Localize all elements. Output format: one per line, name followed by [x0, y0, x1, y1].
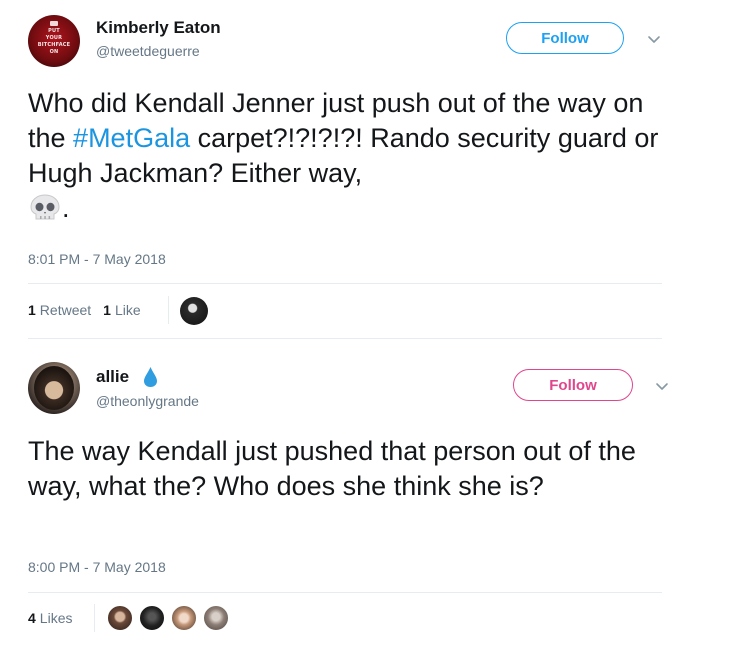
skull-emoji	[28, 193, 62, 223]
chevron-down-icon[interactable]	[646, 31, 662, 47]
liker-avatar[interactable]	[106, 604, 134, 632]
author-name[interactable]: Kimberly Eaton	[96, 18, 221, 38]
tweet-timestamp[interactable]: 8:00 PM - 7 May 2018	[28, 559, 166, 575]
liker-avatar[interactable]	[170, 604, 198, 632]
tweet-text: Who did Kendall Jenner just push out of …	[28, 86, 678, 226]
author-name[interactable]: allie	[96, 367, 157, 387]
divider	[28, 338, 662, 339]
tweet-stats: 4 Likes	[28, 608, 72, 628]
liker-avatar[interactable]	[180, 297, 208, 325]
avatar-text-line-1: PUT	[48, 28, 60, 34]
tweet-text: The way Kendall just pushed that person …	[28, 436, 636, 501]
avatar-text-line-4: ON	[49, 49, 59, 55]
liker-avatar[interactable]	[138, 604, 166, 632]
avatar-text-line-2: YOUR	[45, 35, 63, 41]
author-avatar[interactable]	[28, 362, 80, 414]
likes-stat[interactable]: 4 Likes	[28, 610, 72, 626]
avatar-text-line-3: BITCHFACE	[37, 42, 71, 48]
crown-icon	[50, 21, 58, 26]
tweet-text-part: .	[62, 193, 70, 223]
likes-stat[interactable]: 1 Like	[103, 302, 140, 318]
author-handle[interactable]: @tweetdeguerre	[96, 43, 200, 59]
avatar-photo	[34, 366, 74, 410]
water-drop-icon	[144, 367, 157, 387]
divider	[28, 592, 662, 593]
retweets-stat[interactable]: 1 Retweet	[28, 302, 91, 318]
divider	[28, 283, 662, 284]
chevron-down-icon[interactable]	[654, 378, 670, 394]
author-name-text[interactable]: allie	[96, 367, 129, 386]
hashtag-link[interactable]: #MetGala	[73, 123, 190, 153]
liker-avatar[interactable]	[202, 604, 230, 632]
stats-separator	[94, 604, 95, 632]
stats-separator	[168, 296, 169, 324]
follow-button[interactable]: Follow	[513, 369, 633, 401]
tweet-stats: 1 Retweet 1 Like	[28, 300, 141, 320]
author-handle[interactable]: @theonlygrande	[96, 393, 199, 409]
author-avatar[interactable]: PUT YOUR BITCHFACE ON	[28, 15, 80, 67]
liker-avatars	[106, 604, 240, 634]
tweet-timestamp[interactable]: 8:01 PM - 7 May 2018	[28, 251, 166, 267]
follow-button[interactable]: Follow	[506, 22, 624, 54]
